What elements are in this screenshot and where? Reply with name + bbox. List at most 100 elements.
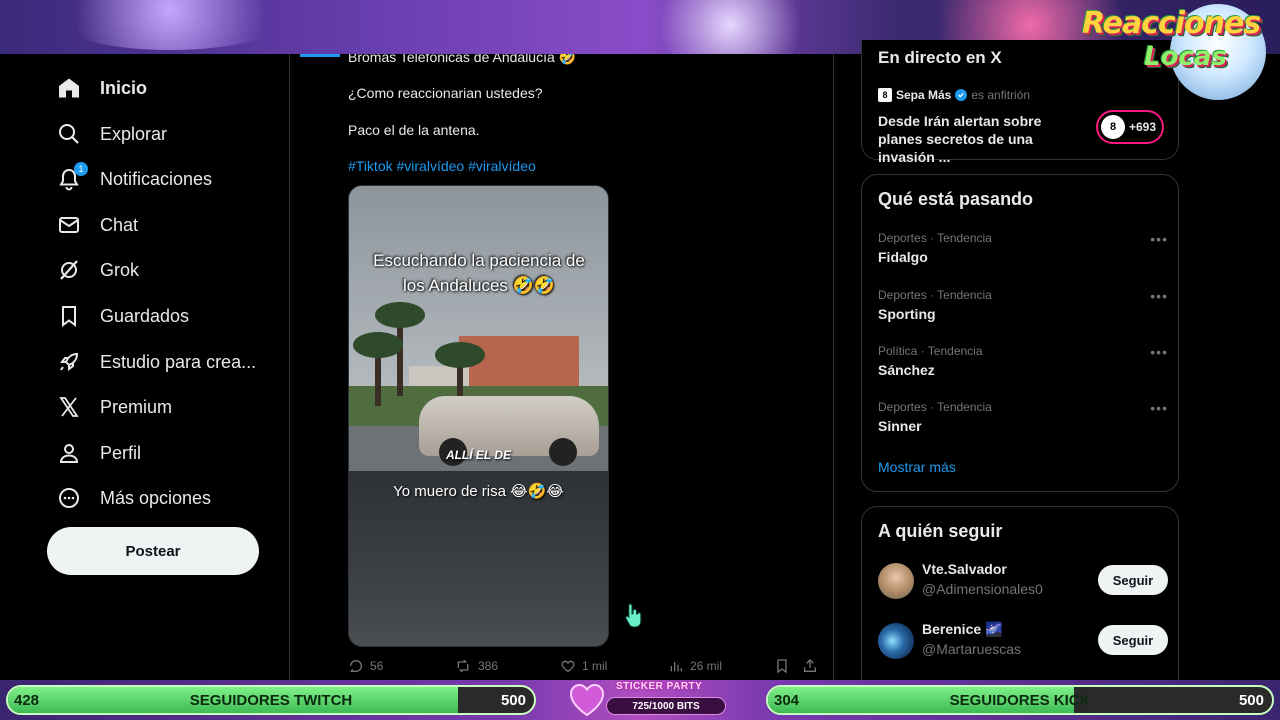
bookmark-icon <box>56 303 82 329</box>
trend-item[interactable]: Deportes · Tendencia Sporting ••• <box>878 288 1168 332</box>
trend-name: Fidalgo <box>878 249 928 265</box>
nav-label: Perfil <box>100 442 142 463</box>
nav-item-inicio[interactable]: Inicio <box>56 68 147 108</box>
nav-label: Inicio <box>100 77 148 98</box>
video-car <box>419 396 599 466</box>
follow-button[interactable]: Seguir <box>1098 625 1168 655</box>
more-options-icon[interactable]: ••• <box>1150 231 1168 247</box>
twitch-followers-goal: 428 SEGUIDORES TWITCH 500 <box>6 685 536 715</box>
follow-suggestion[interactable]: Vte.Salvador @Adimensionales0 Seguir <box>878 561 1168 601</box>
tweet-text-line1: ¿Como reaccionarian ustedes? <box>348 85 543 101</box>
trend-item[interactable]: Deportes · Tendencia Sinner ••• <box>878 400 1168 444</box>
nav-label: Grok <box>100 259 140 280</box>
trends-title: Qué está pasando <box>878 189 1034 209</box>
more-options-icon[interactable]: ••• <box>1150 288 1168 304</box>
share-button[interactable] <box>802 658 824 674</box>
nav-item-notificaciones[interactable]: 1 Notificaciones <box>56 159 212 199</box>
views-icon <box>670 662 682 672</box>
suggestion-name: Berenice 🌌 <box>922 621 1003 637</box>
nav-item-guardados[interactable]: Guardados <box>56 296 189 336</box>
kick-goal-max: 500 <box>1238 691 1264 709</box>
tweet-text-top: Bromas Telefónicas de Andalucía 🤣 <box>348 54 577 65</box>
tweet-actions: 56 386 1 mil 26 mil <box>348 658 828 678</box>
like-button[interactable]: 1 mil <box>560 658 607 674</box>
reply-icon <box>350 659 363 672</box>
sticker-party-title: STICKER PARTY <box>616 681 703 692</box>
video-palm <box>353 332 403 406</box>
trend-item[interactable]: Deportes · Tendencia Fidalgo ••• <box>878 231 1168 275</box>
more-options-icon[interactable]: ••• <box>1150 344 1168 360</box>
views-count: 26 mil <box>690 659 723 673</box>
nav-label: Notificaciones <box>100 168 213 189</box>
verified-badge-icon <box>955 89 968 101</box>
avatar[interactable] <box>878 563 914 599</box>
sticker-party-progress: 725/1000 BITS <box>606 697 726 715</box>
twitch-goal-label: SEGUIDORES TWITCH <box>189 691 353 709</box>
logo-line1: Reacciones <box>1082 6 1261 41</box>
person-icon <box>56 440 82 466</box>
follow-suggestion[interactable]: Berenice 🌌 @Martaruescas Seguir <box>878 621 1168 661</box>
tweet-text-line2: Paco el de la antena. <box>348 122 480 138</box>
reply-button[interactable]: 56 <box>348 658 383 674</box>
nav-item-estudio[interactable]: Estudio para crea... <box>56 342 256 382</box>
bookmark-icon <box>777 659 787 674</box>
views-button[interactable]: 26 mil <box>668 658 722 674</box>
nav-item-explorar[interactable]: Explorar <box>56 114 167 154</box>
host-role: es anfitrión <box>971 88 1031 102</box>
repost-button[interactable]: 386 <box>454 658 498 674</box>
banner-swirl <box>40 0 300 50</box>
main-feed: Bromas Telefónicas de Andalucía 🤣 ¿Como … <box>289 54 834 680</box>
rocket-icon <box>56 349 82 375</box>
logo-line2: Locas <box>1144 42 1227 72</box>
live-listeners-pill[interactable]: 8 +693 <box>1096 110 1164 144</box>
nav-item-mas-opciones[interactable]: Más opciones <box>56 478 211 518</box>
like-count: 1 mil <box>582 659 608 673</box>
trends-card: Qué está pasando Deportes · Tendencia Fi… <box>861 174 1179 492</box>
who-to-follow-card: A quién seguir Vte.Salvador @Adimensiona… <box>861 506 1179 696</box>
tweet-hashtags[interactable]: #Tiktok #viralvídeo #viralvídeo <box>348 158 536 174</box>
nav-label: Chat <box>100 214 139 235</box>
more-options-icon[interactable]: ••• <box>1150 400 1168 416</box>
grok-icon <box>56 257 82 283</box>
bell-icon: 1 <box>56 162 88 192</box>
avatar[interactable] <box>878 623 914 659</box>
who-to-follow-title: A quién seguir <box>878 521 1003 541</box>
nav-label: Guardados <box>100 305 190 326</box>
tweet-video[interactable]: Escuchando la paciencia de los Andaluces… <box>348 185 609 647</box>
bookmark-button[interactable] <box>774 658 796 674</box>
live-card-title: En directo en X <box>878 48 1002 67</box>
live-host[interactable]: 8 Sepa Más es anfitrión <box>878 88 1030 102</box>
kick-followers-goal: 304 SEGUIDORES KICK 500 <box>766 685 1274 715</box>
live-description[interactable]: Desde Irán alertan sobre planes secretos… <box>878 112 1088 166</box>
post-button[interactable]: Postear <box>47 527 259 575</box>
heart-gem-icon <box>569 683 605 717</box>
nav-item-grok[interactable]: Grok <box>56 250 139 290</box>
search-icon <box>56 121 82 147</box>
trend-meta: Deportes · Tendencia <box>878 288 992 302</box>
sticker-party-widget: STICKER PARTY 725/1000 BITS <box>564 680 734 720</box>
left-sidebar-nav: Inicio Explorar 1 Notificaciones Chat Gr… <box>0 54 290 680</box>
nav-label: Explorar <box>100 123 168 144</box>
more-circle-icon <box>56 485 82 511</box>
follow-button[interactable]: Seguir <box>1098 565 1168 595</box>
trend-meta: Política · Tendencia <box>878 344 983 358</box>
video-palm <box>375 302 425 396</box>
listener-count: +693 <box>1129 120 1157 134</box>
stream-bottom-bar: 428 SEGUIDORES TWITCH 500 STICKER PARTY … <box>0 680 1280 720</box>
share-icon <box>804 659 816 672</box>
show-more-link[interactable]: Mostrar más <box>878 459 956 475</box>
banner-swirl <box>640 0 820 54</box>
host-name: Sepa Más <box>896 88 952 102</box>
heart-icon <box>561 660 575 673</box>
suggestion-handle: @Adimensionales0 <box>922 581 1043 597</box>
listener-avatar: 8 <box>1101 115 1125 139</box>
suggestion-name: Vte.Salvador <box>922 561 1007 577</box>
nav-item-chat[interactable]: Chat <box>56 205 138 245</box>
notification-badge: 1 <box>74 162 88 176</box>
trend-item[interactable]: Política · Tendencia Sánchez ••• <box>878 344 1168 388</box>
nav-item-premium[interactable]: Premium <box>56 387 172 427</box>
nav-item-perfil[interactable]: Perfil <box>56 433 141 473</box>
suggestion-handle: @Martaruescas <box>922 641 1022 657</box>
x-logo-icon <box>56 394 82 420</box>
host-logo-icon: 8 <box>878 88 892 102</box>
